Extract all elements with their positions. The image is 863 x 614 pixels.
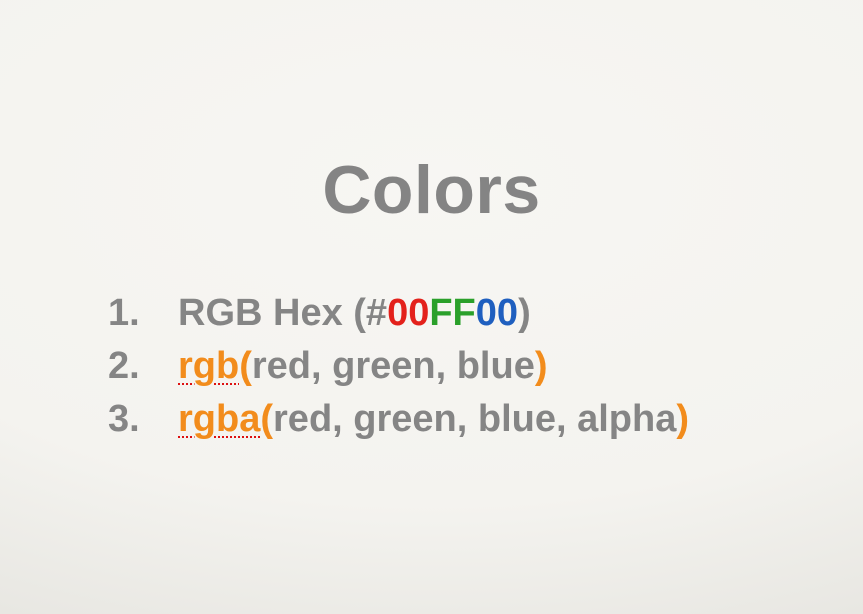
function-arguments: red, green, blue: [251, 345, 535, 387]
function-name: rgba: [178, 398, 261, 440]
slide: Colors 1. RGB Hex (#00FF00) 2. rgb(red, gr…: [0, 0, 863, 614]
list-item: 1. RGB Hex (#00FF00): [108, 288, 689, 341]
item-text-suffix: ): [518, 292, 531, 334]
list-number: 1.: [108, 292, 140, 334]
color-formats-list: 1. RGB Hex (#00FF00) 2. rgb(red, green, bl…: [108, 288, 689, 447]
function-arguments: red, green, blue, alpha: [273, 398, 677, 440]
hex-red-component: 00: [387, 292, 430, 334]
list-item: 3. rgba(red, green, blue, alpha): [108, 394, 689, 447]
close-paren: ): [534, 345, 548, 387]
item-text-prefix: RGB Hex (#: [178, 292, 388, 334]
function-name: rgb: [178, 345, 240, 387]
hex-green-component: FF: [429, 292, 476, 334]
list-number: 3.: [108, 398, 140, 440]
list-item: 2. rgb(red, green, blue): [108, 341, 689, 394]
slide-title: Colors: [322, 152, 541, 228]
open-paren: (: [239, 345, 252, 387]
list-number: 2.: [108, 345, 140, 387]
hex-blue-component: 00: [475, 292, 519, 334]
open-paren: (: [260, 398, 274, 440]
close-paren: ): [676, 398, 689, 440]
